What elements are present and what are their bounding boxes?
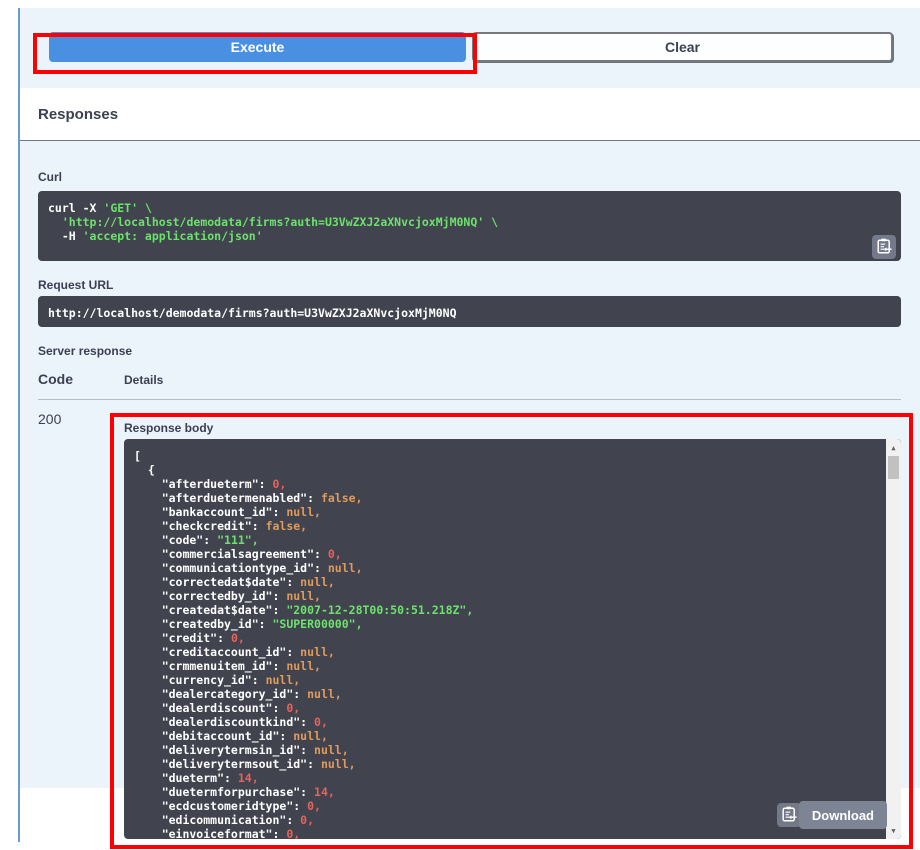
execute-button[interactable]: Execute [49,32,466,62]
response-scrollbar[interactable]: ▲ ▼ [886,439,901,839]
response-details-cell: Response body [ { "afterdueterm": 0, "af… [124,411,901,839]
response-body-label: Response body [124,421,214,435]
curl-command-text: curl -X 'GET' \ 'http://localhost/demoda… [48,201,499,243]
opblock-get: Execute Clear Responses Curl curl -X 'GE… [18,8,920,842]
responses-header: Responses [20,88,920,141]
server-response-label: Server response [38,344,133,358]
response-table-header: Code Details [38,371,901,400]
copy-response-button[interactable] [777,803,801,827]
clipboard-copy-icon [876,238,892,257]
code-column-header: Code [38,371,73,387]
clear-button[interactable]: Clear [472,32,893,62]
curl-command-block: curl -X 'GET' \ 'http://localhost/demoda… [38,191,901,261]
responses-body: Curl curl -X 'GET' \ 'http://localhost/d… [20,141,920,839]
response-body-block: [ { "afterdueterm": 0, "afterduetermenab… [124,439,901,839]
scroll-down-icon[interactable]: ▼ [886,823,901,838]
details-column-header: Details [124,373,164,387]
swagger-response-panel: { "execute_section": { "execute_label": … [0,8,920,850]
status-code-value: 200 [38,411,62,427]
request-url-label: Request URL [38,278,114,292]
copy-curl-button[interactable] [872,235,896,259]
scroll-up-icon[interactable]: ▲ [886,440,901,455]
response-table-row: 200 Response body [ { "afterdueterm": 0,… [38,400,901,839]
response-body-json: [ { "afterdueterm": 0, "afterduetermenab… [134,449,474,839]
request-url-block: http://localhost/demodata/firms?auth=U3V… [38,296,901,327]
scrollbar-thumb[interactable] [888,456,899,479]
responses-title: Responses [38,105,119,123]
curl-label: Curl [38,170,62,184]
execute-section: Execute Clear [20,8,920,88]
clipboard-copy-icon [781,806,797,825]
request-url-value: http://localhost/demodata/firms?auth=U3V… [48,306,457,320]
download-button[interactable]: Download [798,801,887,829]
